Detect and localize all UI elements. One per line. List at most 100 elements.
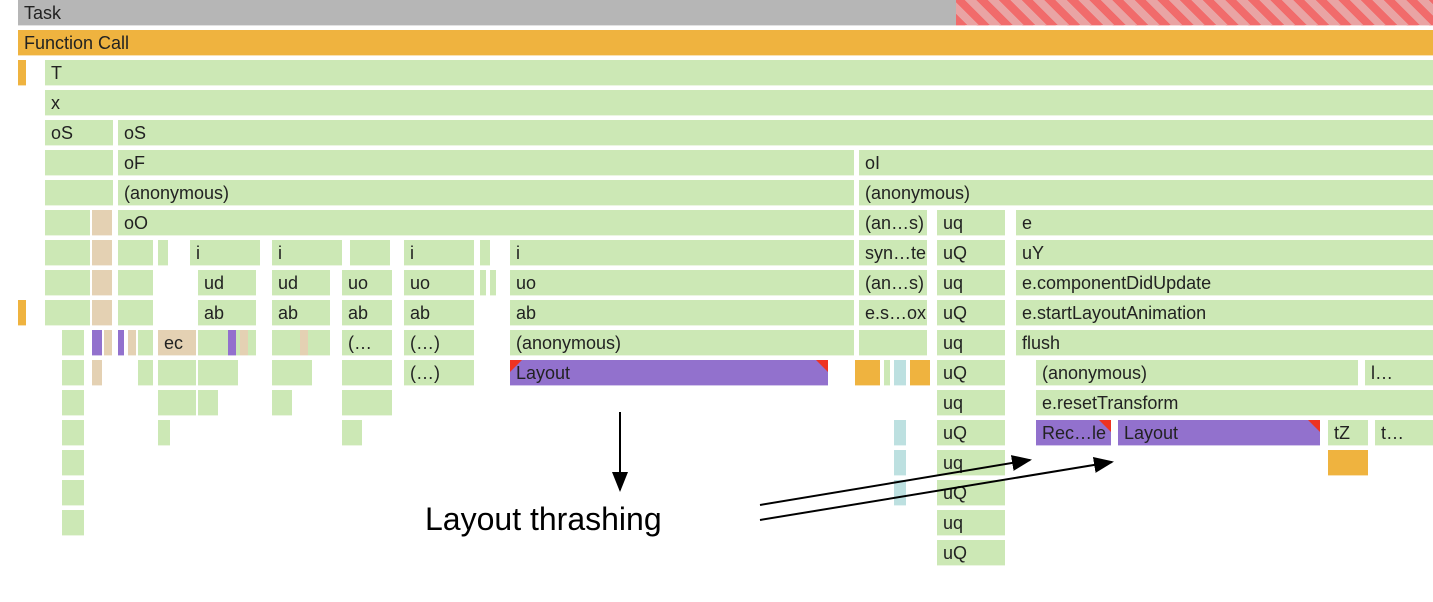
- fn-blank-2[interactable]: [45, 180, 113, 206]
- fn-ans-1[interactable]: (an…s): [859, 210, 927, 236]
- fn-t[interactable]: t…: [1375, 420, 1433, 446]
- teal-4[interactable]: [894, 480, 906, 506]
- fn-blank-26[interactable]: [342, 390, 392, 416]
- fn-flush[interactable]: flush: [1016, 330, 1433, 356]
- fn-ec[interactable]: ec: [158, 330, 196, 356]
- fn-blank-24[interactable]: [198, 390, 218, 416]
- fn-uQ-3[interactable]: uQ: [937, 360, 1005, 386]
- sliver-1[interactable]: [158, 240, 168, 266]
- fn-blank-29[interactable]: [342, 420, 362, 446]
- fn-blank-3[interactable]: [45, 210, 90, 236]
- fn-uo-3[interactable]: uo: [510, 270, 854, 296]
- fn-anon-1[interactable]: (anonymous): [118, 180, 854, 206]
- fn-ellipsis-1[interactable]: (…: [342, 330, 392, 356]
- fn-blank-25[interactable]: [272, 390, 292, 416]
- fn-blank-19[interactable]: [198, 360, 238, 386]
- purple-sliver-1[interactable]: [92, 330, 102, 356]
- fn-uQ-2[interactable]: uQ: [937, 300, 1005, 326]
- fn-ab-2[interactable]: ab: [272, 300, 330, 326]
- fn-blank-4[interactable]: [45, 240, 90, 266]
- tan-6[interactable]: [128, 330, 136, 356]
- fn-i-2[interactable]: i: [272, 240, 342, 266]
- fn-blank-32[interactable]: [62, 510, 84, 536]
- fn-blank-27[interactable]: [62, 420, 84, 446]
- fn-blank-20[interactable]: [272, 360, 312, 386]
- orange-chip-3[interactable]: [1328, 450, 1368, 476]
- fn-ud-1[interactable]: ud: [198, 270, 256, 296]
- tan-9[interactable]: [92, 360, 102, 386]
- fn-blank-5[interactable]: [118, 240, 153, 266]
- orange-sliver-2[interactable]: [18, 300, 26, 326]
- fn-blank-21[interactable]: [342, 360, 392, 386]
- orange-sliver[interactable]: [18, 60, 26, 86]
- fn-uo-2[interactable]: uo: [404, 270, 474, 296]
- layout-bar-1[interactable]: Layout: [510, 360, 828, 386]
- fn-l[interactable]: l…: [1365, 360, 1433, 386]
- tan-3[interactable]: [92, 270, 112, 296]
- purple-sliver-2[interactable]: [118, 330, 124, 356]
- fn-T[interactable]: T: [45, 60, 1433, 86]
- fn-oI[interactable]: oI: [859, 150, 1433, 176]
- fn-anon-2[interactable]: (anonymous): [859, 180, 1433, 206]
- fn-anon-4[interactable]: (anonymous): [1036, 360, 1358, 386]
- fn-i-4[interactable]: i: [510, 240, 854, 266]
- sliver-2[interactable]: [480, 240, 490, 266]
- fn-esox[interactable]: e.s…ox: [859, 300, 927, 326]
- fn-blank-15[interactable]: [859, 330, 927, 356]
- fn-uY[interactable]: uY: [1016, 240, 1433, 266]
- fn-ab-4[interactable]: ab: [404, 300, 474, 326]
- fn-blank-23[interactable]: [158, 390, 196, 416]
- fn-anon-3[interactable]: (anonymous): [510, 330, 854, 356]
- tan-4[interactable]: [92, 300, 112, 326]
- purple-sliver-3[interactable]: [228, 330, 236, 356]
- sliver-5[interactable]: [884, 360, 890, 386]
- fn-uQ-6[interactable]: uQ: [937, 540, 1005, 566]
- fn-blank-11[interactable]: [62, 330, 84, 356]
- fn-blank-12[interactable]: [138, 330, 153, 356]
- fn-startLayoutAnimation[interactable]: e.startLayoutAnimation: [1016, 300, 1433, 326]
- function-call-bar[interactable]: Function Call: [18, 30, 1433, 56]
- fn-blank-1[interactable]: [45, 150, 113, 176]
- fn-i-1[interactable]: i: [190, 240, 260, 266]
- fn-uQ-4[interactable]: uQ: [937, 420, 1005, 446]
- fn-oF[interactable]: oF: [118, 150, 854, 176]
- fn-blank-6[interactable]: [350, 240, 390, 266]
- fn-ans-2[interactable]: (an…s): [859, 270, 927, 296]
- fn-tZ[interactable]: tZ: [1328, 420, 1368, 446]
- tan-1[interactable]: [92, 210, 112, 236]
- sliver-4[interactable]: [490, 270, 496, 296]
- fn-blank-31[interactable]: [62, 480, 84, 506]
- fn-blank-10[interactable]: [118, 300, 153, 326]
- fn-uq-6[interactable]: uq: [937, 510, 1005, 536]
- fn-oS-2[interactable]: oS: [118, 120, 1433, 146]
- fn-uq-4[interactable]: uq: [937, 390, 1005, 416]
- fn-blank-16[interactable]: [62, 360, 84, 386]
- tan-8[interactable]: [300, 330, 308, 356]
- layout-bar-2[interactable]: Layout: [1118, 420, 1320, 446]
- fn-oS-1[interactable]: oS: [45, 120, 113, 146]
- fn-uQ-5[interactable]: uQ: [937, 480, 1005, 506]
- fn-blank-30[interactable]: [62, 450, 84, 476]
- fn-uQ-1[interactable]: uQ: [937, 240, 1005, 266]
- recalc-style-bar[interactable]: Rec…le: [1036, 420, 1111, 446]
- fn-ab-3[interactable]: ab: [342, 300, 392, 326]
- fn-ellipsis-2[interactable]: (…): [404, 330, 474, 356]
- orange-chip-1[interactable]: [855, 360, 880, 386]
- fn-e[interactable]: e: [1016, 210, 1433, 236]
- task-overrun-stripes[interactable]: [956, 0, 1433, 26]
- teal-1[interactable]: [894, 360, 906, 386]
- fn-blank-8[interactable]: [118, 270, 153, 296]
- fn-ab-5[interactable]: ab: [510, 300, 854, 326]
- fn-blank-9[interactable]: [45, 300, 90, 326]
- tan-2[interactable]: [92, 240, 112, 266]
- teal-3[interactable]: [894, 450, 906, 476]
- fn-synte[interactable]: syn…te: [859, 240, 927, 266]
- flame-chart[interactable]: TaskFunction CallTxoSoSoFoI(anonymous)(a…: [0, 0, 1433, 602]
- fn-blank-28[interactable]: [158, 420, 170, 446]
- fn-ab-1[interactable]: ab: [198, 300, 256, 326]
- fn-blank-17[interactable]: [138, 360, 153, 386]
- fn-ellipsis-3[interactable]: (…): [404, 360, 474, 386]
- fn-blank-7[interactable]: [45, 270, 90, 296]
- fn-uo-1[interactable]: uo: [342, 270, 392, 296]
- fn-resetTransform[interactable]: e.resetTransform: [1036, 390, 1433, 416]
